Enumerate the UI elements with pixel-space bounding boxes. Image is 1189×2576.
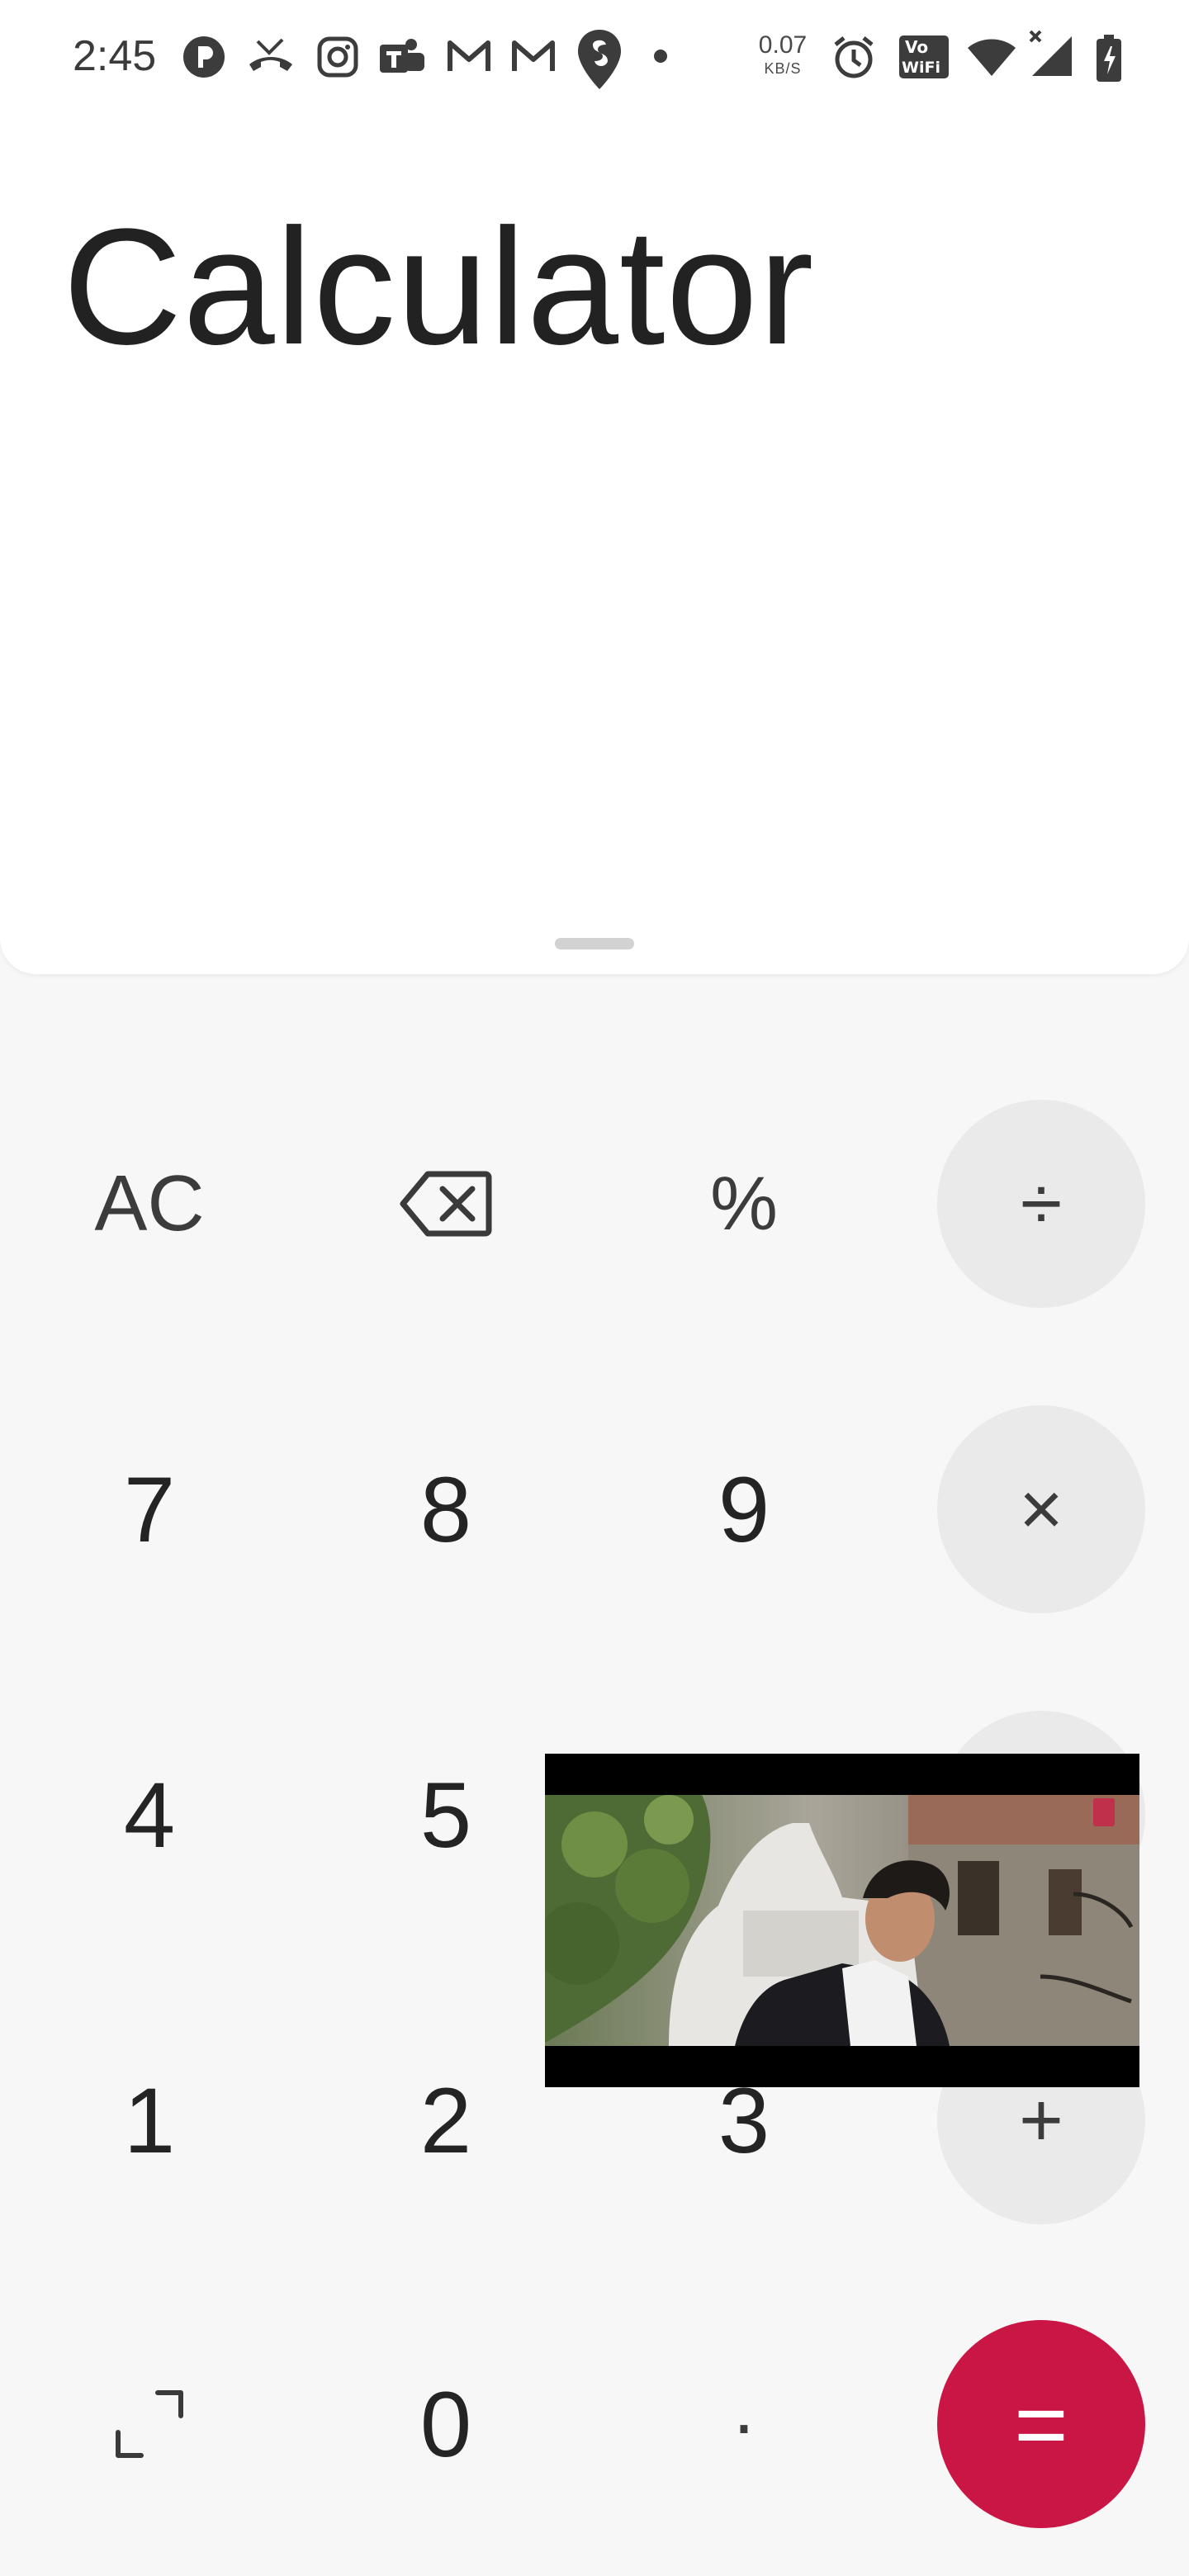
signal-icon — [1027, 28, 1072, 79]
divide-label: ÷ — [1020, 1161, 1063, 1246]
instagram-icon — [315, 35, 360, 79]
app-p-icon — [182, 35, 226, 79]
drag-handle[interactable] — [555, 938, 634, 949]
digit-1-button[interactable]: 1 — [45, 2016, 253, 2224]
decimal-label: · — [731, 2381, 757, 2466]
t-series-logo-icon — [1093, 1798, 1115, 1826]
digit-5-button[interactable]: 5 — [342, 1711, 550, 1919]
digit-1-label: 1 — [123, 2068, 176, 2172]
app-title: Calculator — [63, 195, 815, 379]
divide-button[interactable]: ÷ — [937, 1100, 1145, 1308]
digit-5-label: 5 — [419, 1763, 472, 1867]
missed-call-icon — [246, 35, 292, 79]
network-speed-unit: KB/S — [764, 60, 802, 77]
display-panel: Calculator — [0, 0, 1189, 974]
decimal-button[interactable]: · — [640, 2320, 848, 2528]
digit-4-button[interactable]: 4 — [45, 1711, 253, 1919]
digit-4-label: 4 — [123, 1763, 176, 1867]
multiply-button[interactable]: × — [937, 1405, 1145, 1613]
video-player-icon[interactable] — [545, 1754, 1139, 2087]
digit-7-button[interactable]: 7 — [45, 1405, 253, 1613]
digit-2-label: 2 — [419, 2068, 472, 2172]
digit-0-button[interactable]: 0 — [342, 2320, 550, 2528]
equals-button[interactable]: = — [937, 2320, 1145, 2528]
gmail-icon — [510, 35, 555, 79]
digit-0-label: 0 — [419, 2372, 472, 2476]
add-label: + — [1019, 2077, 1063, 2162]
percent-label: % — [710, 1161, 778, 1246]
clear-all-button[interactable]: AC — [45, 1100, 253, 1308]
digit-7-label: 7 — [123, 1457, 176, 1561]
equals-label: = — [1014, 2372, 1068, 2476]
gmail-icon — [446, 35, 490, 79]
teams-icon — [378, 35, 424, 79]
battery-charging-icon — [1095, 35, 1123, 83]
status-time: 2:45 — [73, 32, 157, 80]
digit-9-label: 9 — [718, 1457, 770, 1561]
digit-9-button[interactable]: 9 — [640, 1405, 848, 1613]
vowifi-top-text: Vo — [905, 37, 928, 57]
backspace-icon — [400, 1169, 492, 1238]
status-bar: 2:45 0.07 KB/S Vo WiFi — [0, 0, 1189, 116]
alarm-icon — [831, 35, 875, 79]
network-speed: 0.07 KB/S — [750, 31, 816, 77]
vowifi-bottom-text: WiFi — [902, 59, 940, 77]
dot-icon — [652, 48, 669, 64]
percent-button[interactable]: % — [640, 1100, 848, 1308]
digit-8-label: 8 — [419, 1457, 472, 1561]
swiggy-icon — [576, 28, 621, 91]
backspace-button[interactable] — [342, 1100, 550, 1308]
wifi-icon — [966, 35, 1017, 79]
multiply-label: × — [1019, 1466, 1063, 1551]
vowifi-icon: Vo WiFi — [898, 35, 950, 79]
clear-all-label: AC — [94, 1159, 205, 1248]
video-frame — [545, 1795, 1139, 2046]
expand-button[interactable] — [45, 2320, 253, 2528]
digit-2-button[interactable]: 2 — [342, 2016, 550, 2224]
network-speed-value: 0.07 — [758, 31, 808, 59]
digit-8-button[interactable]: 8 — [342, 1405, 550, 1613]
expand-icon — [115, 2389, 184, 2459]
